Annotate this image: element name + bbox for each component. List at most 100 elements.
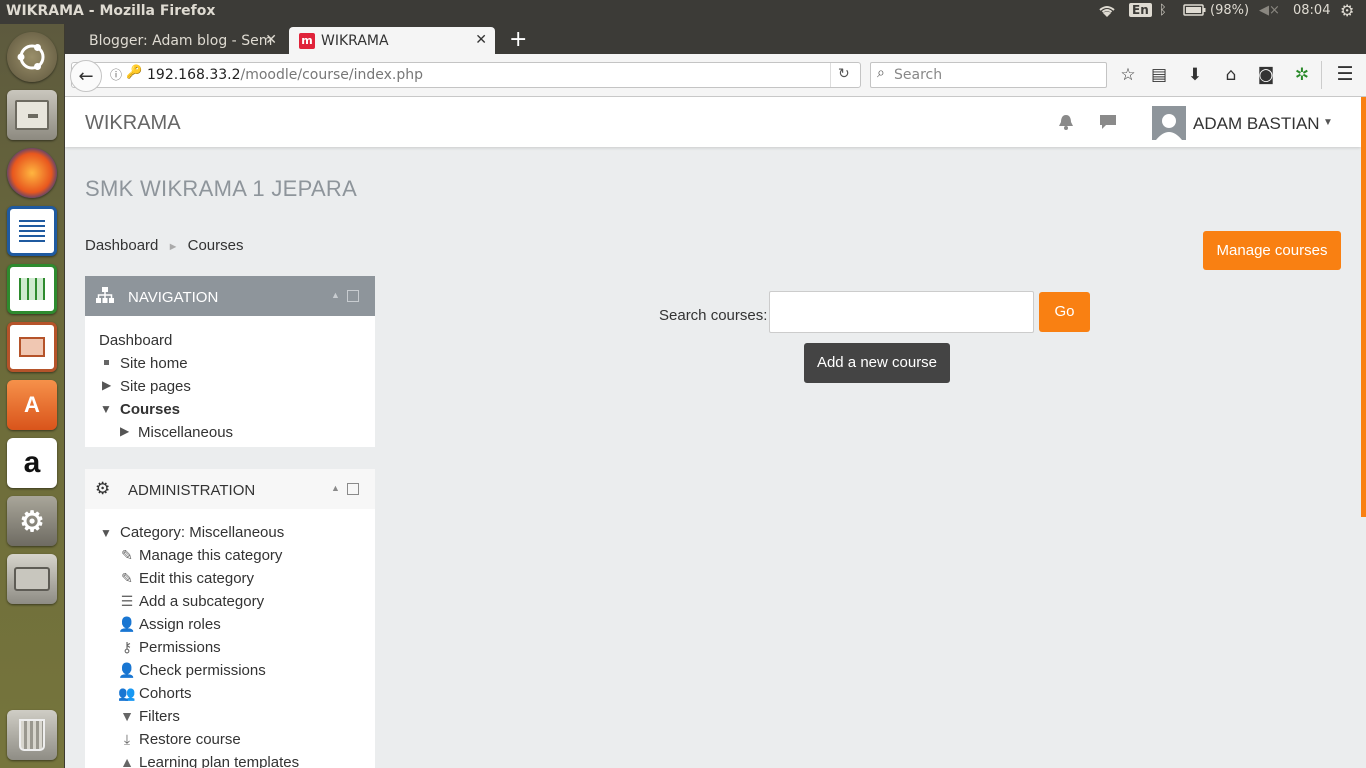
nav-courses[interactable]: Courses <box>120 401 180 418</box>
key-icon: ⚷ <box>121 639 133 655</box>
calc-icon[interactable] <box>7 264 57 314</box>
system-gear-icon[interactable]: ⚙ <box>1340 1 1354 20</box>
keyboard-layout-indicator[interactable]: En <box>1129 3 1152 17</box>
go-button[interactable]: Go <box>1039 292 1090 332</box>
filter-icon: ▼ <box>120 708 134 724</box>
admin-assign-roles[interactable]: 👤 Assign roles <box>118 616 221 633</box>
nav-dashboard[interactable]: Dashboard <box>99 332 172 349</box>
bookmark-star-icon[interactable]: ☆ <box>1117 65 1139 85</box>
gears-icon: ⚙ <box>95 479 111 498</box>
sitemap-icon <box>95 286 115 308</box>
navigation-block: NAVIGATION ▲ Dashboard Site home ▶ Site … <box>85 276 375 447</box>
moodle-header: WIKRAMA ADAM BASTIAN ▼ <box>65 97 1361 147</box>
admin-manage-category[interactable]: ✎ Manage this category <box>118 547 282 564</box>
tab-blogger[interactable]: Blogger: Adam blog - Sem ✕ <box>65 27 285 54</box>
user-name[interactable]: ADAM BASTIAN <box>1193 114 1320 134</box>
writer-icon[interactable] <box>7 206 57 256</box>
url-bar[interactable]: ← ⓘ 🔑 192.168.33.2/moodle/course/index.p… <box>70 60 861 92</box>
navigation-block-header[interactable]: NAVIGATION ▲ <box>85 276 375 316</box>
reading-list-icon[interactable]: ▤ <box>1148 65 1170 85</box>
toolbar-divider <box>1321 61 1322 89</box>
trash-icon[interactable] <box>7 710 57 760</box>
page-scrollbar[interactable] <box>1361 97 1366 517</box>
url-text[interactable]: 192.168.33.2/moodle/course/index.php <box>147 67 423 83</box>
admin-check-permissions[interactable]: 👤 Check permissions <box>118 662 266 679</box>
admin-cohorts[interactable]: 👥 Cohorts <box>118 685 192 702</box>
breadcrumb-courses[interactable]: Courses <box>188 237 244 254</box>
manage-courses-button[interactable]: Manage courses <box>1203 231 1341 270</box>
expand-arrow-icon[interactable]: ▶ <box>120 424 129 438</box>
avatar[interactable] <box>1152 106 1186 140</box>
browser-search-box[interactable]: ⌕ Search <box>870 62 1107 88</box>
messages-icon[interactable] <box>1099 113 1117 136</box>
admin-filters[interactable]: ▼ Filters <box>118 708 180 725</box>
search-icon: ⌕ <box>877 65 885 81</box>
extension-icon[interactable]: ✲ <box>1291 65 1313 85</box>
ubuntu-logo-icon[interactable] <box>7 32 57 82</box>
files-cabinet-icon[interactable] <box>7 90 57 140</box>
administration-block: ⚙ ADMINISTRATION ▲ ▼ Category: Miscellan… <box>85 469 375 768</box>
system-settings-icon[interactable]: ⚙ <box>7 496 57 546</box>
admin-item-label: Filters <box>139 708 180 725</box>
breadcrumb-dashboard[interactable]: Dashboard <box>85 237 158 254</box>
software-center-icon[interactable]: A <box>7 380 57 430</box>
admin-item-label: Check permissions <box>139 662 266 679</box>
pencil-icon: ✎ <box>121 547 133 563</box>
battery-icon[interactable] <box>1183 3 1207 21</box>
tab-wikrama[interactable]: m WIKRAMA ✕ <box>289 27 495 54</box>
user-plus-icon: 👤 <box>118 616 136 632</box>
bullet-icon <box>104 360 109 365</box>
admin-add-subcategory[interactable]: ☰ Add a subcategory <box>118 593 264 610</box>
nav-miscellaneous[interactable]: Miscellaneous <box>138 424 233 441</box>
admin-item-label: Cohorts <box>139 685 192 702</box>
amazon-icon[interactable]: a <box>7 438 57 488</box>
admin-restore-course[interactable]: ⤓ Restore course <box>118 731 241 748</box>
nav-site-pages[interactable]: Site pages <box>120 378 191 395</box>
admin-item-label: Restore course <box>139 731 241 748</box>
collapse-block-icon[interactable]: ▲ <box>331 290 340 300</box>
back-arrow-icon[interactable]: ← <box>70 60 102 92</box>
pocket-icon[interactable]: ◙ <box>1255 65 1277 85</box>
admin-category[interactable]: Category: Miscellaneous <box>120 524 284 541</box>
volume-muted-icon[interactable]: ◀× <box>1259 3 1280 18</box>
subcategory-icon: ☰ <box>120 593 134 609</box>
expand-arrow-icon[interactable]: ▶ <box>102 378 111 392</box>
user-check-icon: 👤 <box>118 662 136 678</box>
home-icon[interactable]: ⌂ <box>1220 65 1242 85</box>
firefox-icon[interactable] <box>7 148 57 198</box>
collapse-block-icon[interactable]: ▲ <box>331 483 340 493</box>
notification-bell-icon[interactable] <box>1057 113 1075 136</box>
nav-site-home[interactable]: Site home <box>120 355 188 372</box>
impress-icon[interactable] <box>7 322 57 372</box>
info-icon[interactable]: ⓘ <box>110 66 122 83</box>
search-courses-input[interactable] <box>769 291 1034 333</box>
download-tray-icon: ⤓ <box>123 731 131 747</box>
dock-block-icon[interactable] <box>347 290 359 302</box>
admin-item-label: Assign roles <box>139 616 221 633</box>
reload-icon[interactable]: ↻ <box>838 66 850 82</box>
breadcrumb: Dashboard ► Courses <box>85 237 243 254</box>
admin-permissions[interactable]: ⚷ Permissions <box>118 639 221 656</box>
wifi-icon[interactable] <box>1097 3 1117 23</box>
close-tab-icon[interactable]: ✕ <box>265 32 277 48</box>
disk-drive-icon[interactable] <box>7 554 57 604</box>
hamburger-menu-icon[interactable]: ☰ <box>1334 63 1356 85</box>
admin-learning-plan-templates[interactable]: ▲ Learning plan templates <box>118 754 299 768</box>
window-title: WIKRAMA - Mozilla Firefox <box>6 3 216 19</box>
brand-link[interactable]: WIKRAMA <box>85 112 181 135</box>
url-divider <box>830 63 831 87</box>
key-icon[interactable]: 🔑 <box>126 65 142 80</box>
administration-block-header[interactable]: ⚙ ADMINISTRATION ▲ <box>85 469 375 509</box>
collapse-arrow-icon[interactable]: ▼ <box>100 402 112 416</box>
dock-block-icon[interactable] <box>347 483 359 495</box>
collapse-arrow-icon[interactable]: ▼ <box>100 526 112 540</box>
bluetooth-icon[interactable]: ᛒ <box>1159 3 1167 18</box>
admin-edit-category[interactable]: ✎ Edit this category <box>118 570 254 587</box>
add-new-course-button[interactable]: Add a new course <box>804 343 950 383</box>
new-tab-icon[interactable]: + <box>509 27 527 52</box>
user-menu-caret-icon[interactable]: ▼ <box>1323 117 1333 128</box>
close-tab-icon[interactable]: ✕ <box>475 32 487 48</box>
download-icon[interactable]: ⬇ <box>1184 65 1206 85</box>
clock[interactable]: 08:04 <box>1293 3 1330 18</box>
battery-percent: (98%) <box>1210 3 1250 18</box>
